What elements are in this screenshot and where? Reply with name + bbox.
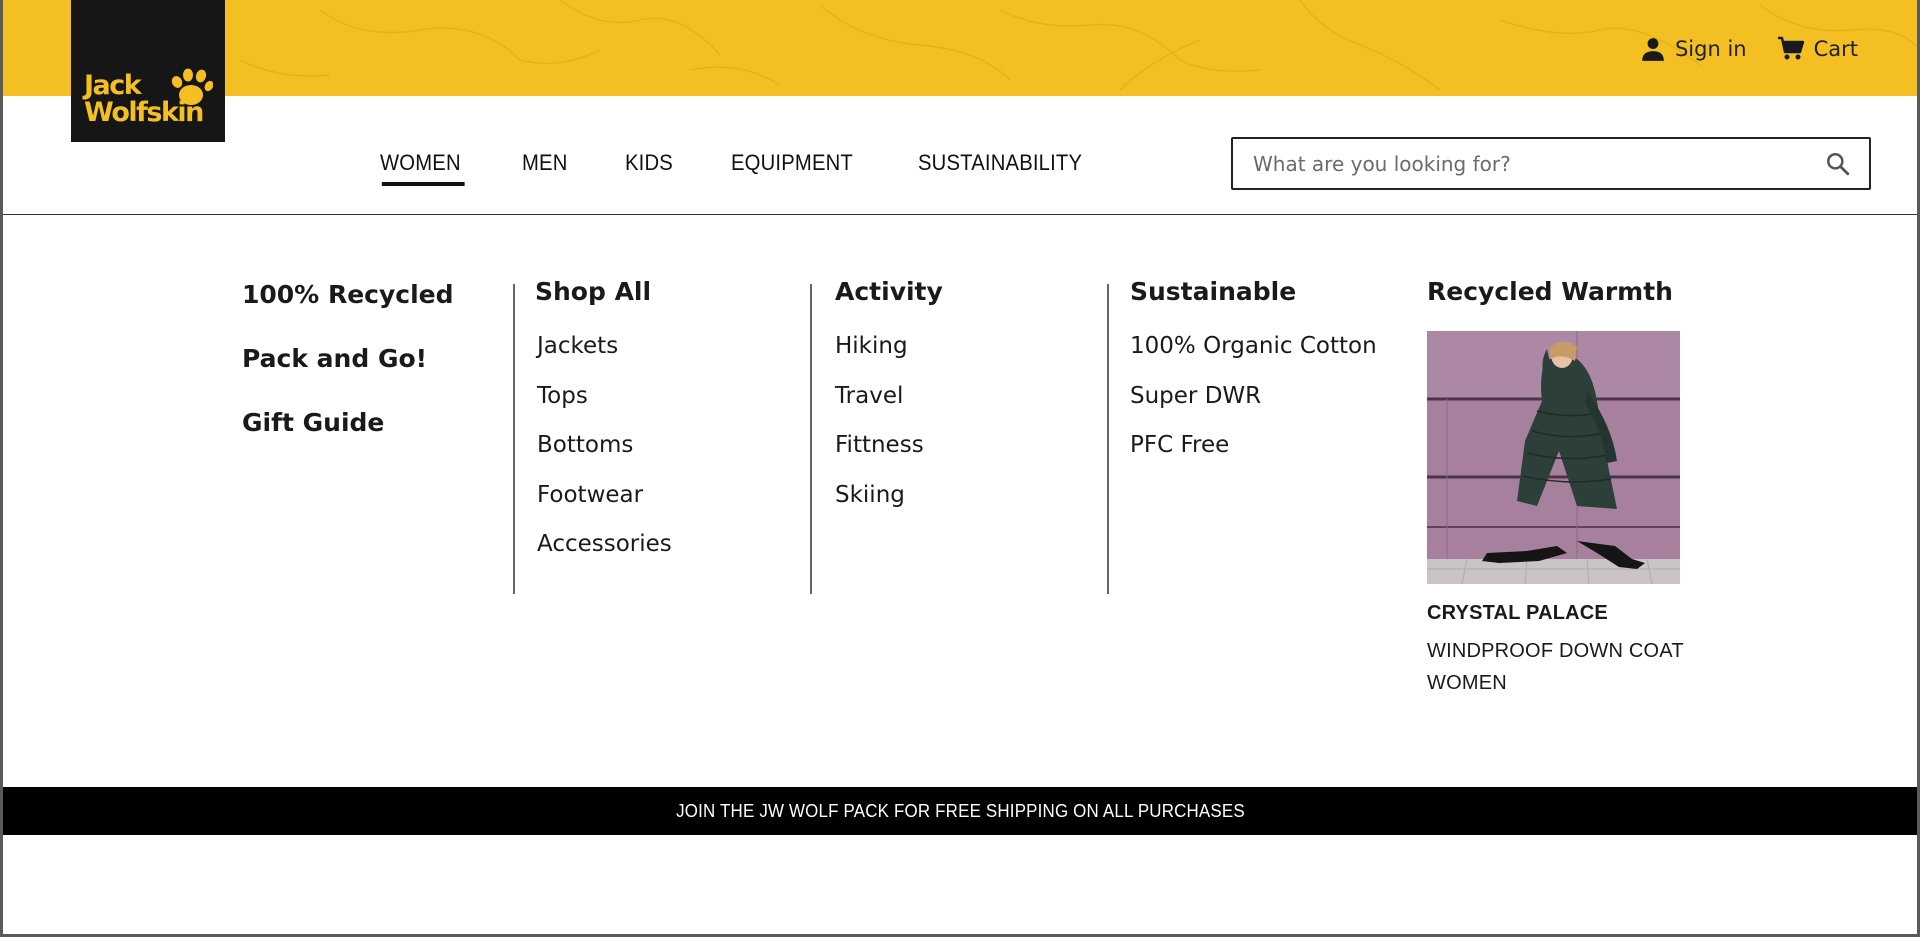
menu-link-super-dwr[interactable]: Super DWR — [1130, 380, 1377, 430]
cart-label: Cart — [1813, 37, 1858, 61]
column-heading: Sustainable — [1130, 277, 1297, 306]
menu-link-accessories[interactable]: Accessories — [537, 528, 672, 578]
nav-item-kids[interactable]: KIDS — [625, 150, 673, 176]
product-photo-woman-coat — [1427, 331, 1680, 584]
main-nav-bar: WOMEN MEN KIDS EQUIPMENT SUSTAINABILITY — [0, 96, 1920, 215]
promo-product-description: WINDPROOF DOWN COAT WOMEN — [1427, 640, 1684, 694]
menu-column-shop-all: Shop All Jackets Tops Bottoms Footwear A… — [535, 277, 672, 578]
menu-link-footwear[interactable]: Footwear — [537, 479, 672, 529]
menu-link-skiing[interactable]: Skiing — [835, 479, 943, 529]
menu-link-fittness[interactable]: Fittness — [835, 429, 943, 479]
user-icon — [1642, 38, 1664, 61]
featured-links: 100% Recycled Pack and Go! Gift Guide — [242, 280, 454, 472]
promo-product-name: CRYSTAL PALACE — [1427, 602, 1608, 624]
mega-menu-women: 100% Recycled Pack and Go! Gift Guide Sh… — [0, 216, 1920, 786]
menu-link-hiking[interactable]: Hiking — [835, 330, 943, 380]
account-actions: Sign in Cart — [1640, 30, 1858, 68]
promo-tile: Recycled Warmth CRYSTAL PALACE WINDPROOF… — [1427, 277, 1727, 699]
brand-logo[interactable]: Jack Wolfskin — [71, 0, 225, 142]
search-input[interactable] — [1253, 151, 1825, 176]
nav-item-sustainability[interactable]: SUSTAINABILITY — [918, 150, 1082, 176]
search-box — [1231, 137, 1871, 190]
menu-link-tops[interactable]: Tops — [537, 380, 672, 430]
sign-in-label: Sign in — [1674, 37, 1747, 61]
menu-link-bottoms[interactable]: Bottoms — [537, 429, 672, 479]
featured-link-pack-and-go[interactable]: Pack and Go! — [242, 344, 454, 376]
menu-column-activity: Activity Hiking Travel Fittness Skiing — [835, 277, 943, 528]
search-icon[interactable] — [1825, 151, 1851, 177]
nav-item-men[interactable]: MEN — [522, 150, 568, 176]
sign-in-link[interactable]: Sign in — [1640, 36, 1747, 62]
menu-link-organic-cotton[interactable]: 100% Organic Cotton — [1130, 330, 1377, 380]
main-nav: WOMEN MEN KIDS EQUIPMENT SUSTAINABILITY — [380, 150, 1096, 186]
cart-link[interactable]: Cart — [1777, 36, 1858, 62]
menu-link-travel[interactable]: Travel — [835, 380, 943, 430]
featured-link-recycled[interactable]: 100% Recycled — [242, 280, 454, 312]
column-heading: Shop All — [535, 277, 652, 306]
top-bar: Sign in Cart — [0, 0, 1920, 96]
paw-icon — [171, 68, 213, 105]
menu-column-sustainable: Sustainable 100% Organic Cotton Super DW… — [1130, 277, 1377, 479]
promo-product-image[interactable] — [1427, 331, 1680, 584]
menu-link-jackets[interactable]: Jackets — [537, 330, 672, 380]
cart-icon — [1777, 36, 1804, 60]
nav-item-women[interactable]: WOMEN — [380, 150, 465, 186]
promo-heading: Recycled Warmth — [1427, 277, 1673, 306]
column-divider — [810, 284, 812, 594]
column-heading: Activity — [835, 277, 943, 306]
column-divider — [513, 284, 515, 594]
promo-banner[interactable]: JOIN THE JW WOLF PACK FOR FREE SHIPPING … — [0, 787, 1920, 835]
promo-banner-text: JOIN THE JW WOLF PACK FOR FREE SHIPPING … — [675, 800, 1245, 821]
nav-item-equipment[interactable]: EQUIPMENT — [731, 150, 853, 176]
featured-link-gift-guide[interactable]: Gift Guide — [242, 408, 454, 440]
top-bar-texture — [239, 0, 1920, 91]
column-divider — [1107, 284, 1109, 594]
menu-link-pfc-free[interactable]: PFC Free — [1130, 429, 1377, 479]
